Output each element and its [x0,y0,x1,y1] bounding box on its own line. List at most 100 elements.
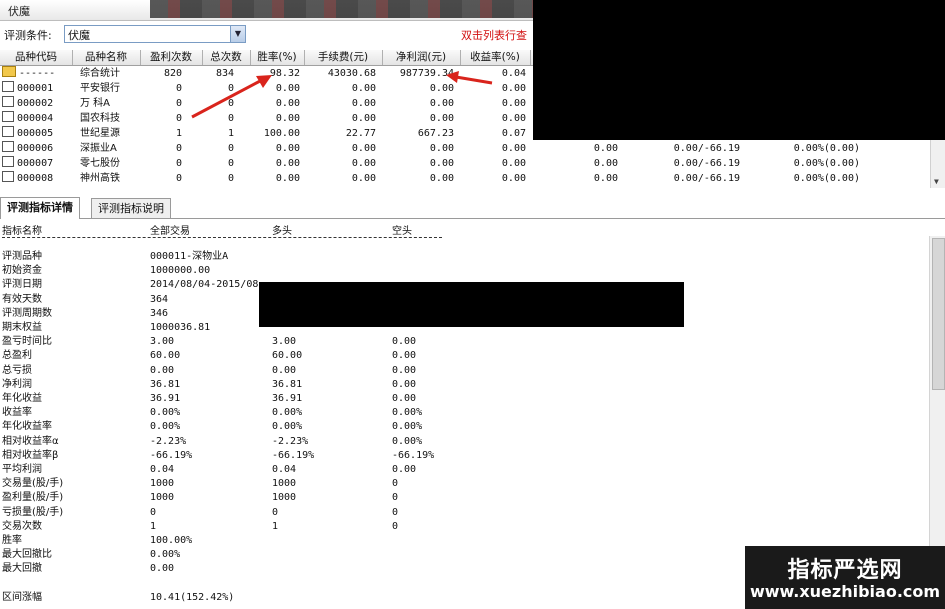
metric-short: 0.00 [392,378,417,390]
metric-all: 0.00% [150,407,181,419]
metric-short: 0.00% [392,421,423,433]
fee-value: 22.77 [345,128,376,139]
column-header[interactable]: 总次数 [202,50,251,65]
metric-long: -66.19% [272,449,315,461]
metric-all: 1000 [150,478,175,490]
metric-row: 收益率 0.00% 0.00% 0.00% [0,406,928,420]
column-header[interactable]: 盈利次数 [140,50,203,65]
watermark-url: www.xuezhibiao.com [749,582,941,601]
win-value: 0 [175,113,182,124]
win-value: 0 [175,143,182,154]
metric-name: 总盈利 [2,350,32,362]
metric-long: 0 [272,506,279,518]
metric-name: 区间涨幅 [2,591,42,603]
c10-cell: 0.00/-66.19 [640,171,740,186]
fee-cell: 0.00 [304,111,376,126]
total-cell: 1 [202,126,234,141]
c9-value: 0.00 [593,173,618,184]
metric-name: 最大回撤比 [2,549,52,561]
win-cell: 0 [140,171,182,186]
total-value: 0 [227,113,234,124]
chevron-down-icon[interactable]: ▼ [230,26,245,42]
metric-row: 评测日期 2014/08/04-2015/08 [0,278,928,292]
column-header[interactable]: 胜率(%) [250,50,305,65]
c10-value: 0.00/-66.19 [673,173,740,184]
profit-value: 0.00 [429,98,454,109]
metric-all: 0.00 [150,563,175,575]
metric-row: 评测周期数 346 [0,307,928,321]
c9-cell: 0.00 [540,171,618,186]
scroll-thumb[interactable] [932,238,945,390]
metric-name: 盈亏时间比 [2,336,52,348]
window-title: 伏魔 [8,5,30,18]
total-value: 0 [227,98,234,109]
checkbox[interactable] [2,126,14,137]
checkbox[interactable] [2,111,14,122]
ret-cell: 0.00 [460,156,526,171]
stock-code-cell: ------ [2,66,72,81]
metric-all: 10.41(152.42%) [150,591,235,603]
metric-all: 0.04 [150,464,175,475]
profit-value: 0.00 [429,173,454,184]
name-cell: 国农科技 [80,111,140,126]
total-cell: 834 [202,66,234,81]
total-cell: 0 [202,81,234,96]
column-header[interactable]: 收益率(%) [460,50,531,65]
checkbox[interactable] [2,96,14,107]
metric-name: 初始资金 [2,265,42,277]
name-value: 神州高铁 [80,173,120,184]
metric-all: 36.91 [150,393,181,404]
total-value: 1 [227,128,234,139]
tab-metric-description[interactable]: 评测指标说明 [91,198,171,218]
metric-name: 年化收益 [2,393,42,404]
name-cell: 零七股份 [80,156,140,171]
metric-long: 60.00 [272,350,303,362]
metric-row: 总亏损 0.00 0.00 0.00 [0,364,928,378]
win-cell: 0 [140,81,182,96]
total-value: 0 [227,158,234,169]
tab-metric-details[interactable]: 评测指标详情 [0,197,80,219]
ret-value: 0.00 [501,98,526,109]
rate-value: 0.00 [275,98,300,109]
column-header[interactable]: 品种代码 [0,50,73,65]
rate-value: 0.00 [275,143,300,154]
table-row[interactable]: 000008 神州高铁 0 0 0.00 0.00 0.00 0.00 0.00 0.00/-66… [0,171,930,186]
name-value: 深振业A [80,143,117,154]
column-header[interactable]: 净利润(元) [382,50,461,65]
profit-cell: 0.00 [382,156,454,171]
column-header[interactable]: 手续费(元) [304,50,383,65]
c10-value: 0.00/-66.19 [673,158,740,169]
rate-cell: 100.00 [250,126,300,141]
ret-value: 0.04 [501,68,526,79]
c11-value: 0.00%(0.00) [793,173,860,184]
detail-column-header: 全部交易 [150,226,190,237]
filter-select[interactable]: 伏魔 ▼ [64,25,246,43]
metric-all: -66.19% [150,449,193,461]
c11-cell: 0.00%(0.00) [760,156,860,171]
double-click-hint: 双击列表行查 [461,29,527,42]
total-cell: 0 [202,141,234,156]
column-header[interactable]: 品种名称 [72,50,141,65]
profit-cell: 0.00 [382,81,454,96]
ret-value: 0.07 [501,128,526,139]
profit-cell: 0.00 [382,171,454,186]
detail-column-header: 多头 [272,226,292,237]
win-cell: 0 [140,96,182,111]
checkbox[interactable] [2,156,14,167]
table-row[interactable]: 000006 深振业A 0 0 0.00 0.00 0.00 0.00 0.00 0.00/-66… [0,141,930,156]
scroll-down-icon[interactable]: ▼ [934,177,939,186]
metric-row: 总盈利 60.00 60.00 0.00 [0,349,928,363]
ret-cell: 0.07 [460,126,526,141]
checkbox[interactable] [2,81,14,92]
profit-cell: 987739.34 [382,66,454,81]
name-value: 综合统计 [80,68,120,79]
checkbox[interactable] [2,141,14,152]
metric-all: 346 [150,307,169,319]
fee-cell: 0.00 [304,156,376,171]
table-row[interactable]: 000007 零七股份 0 0 0.00 0.00 0.00 0.00 0.00 0.00/-66… [0,156,930,171]
total-cell: 0 [202,171,234,186]
title-bar-decoration [150,0,535,18]
rate-cell: 98.32 [250,66,300,81]
name-value: 平安银行 [80,83,120,94]
checkbox[interactable] [2,171,14,182]
